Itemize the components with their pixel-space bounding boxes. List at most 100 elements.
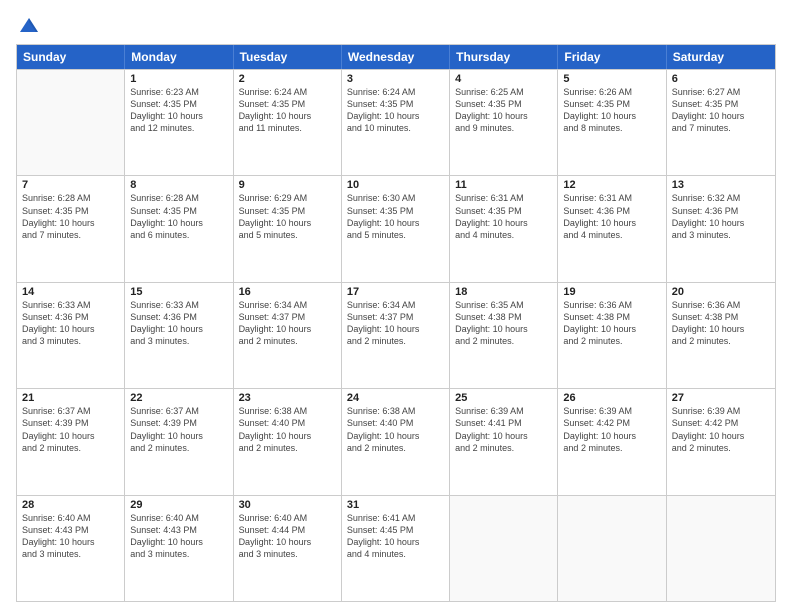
day-info: Sunrise: 6:26 AM Sunset: 4:35 PM Dayligh… <box>563 86 660 135</box>
cal-cell: 24Sunrise: 6:38 AM Sunset: 4:40 PM Dayli… <box>342 389 450 494</box>
cal-week: 21Sunrise: 6:37 AM Sunset: 4:39 PM Dayli… <box>17 388 775 494</box>
day-info: Sunrise: 6:38 AM Sunset: 4:40 PM Dayligh… <box>239 405 336 454</box>
cal-cell: 31Sunrise: 6:41 AM Sunset: 4:45 PM Dayli… <box>342 496 450 601</box>
cal-cell: 9Sunrise: 6:29 AM Sunset: 4:35 PM Daylig… <box>234 176 342 281</box>
cal-cell: 27Sunrise: 6:39 AM Sunset: 4:42 PM Dayli… <box>667 389 775 494</box>
cal-header-cell: Sunday <box>17 45 125 69</box>
day-info: Sunrise: 6:36 AM Sunset: 4:38 PM Dayligh… <box>672 299 770 348</box>
day-info: Sunrise: 6:24 AM Sunset: 4:35 PM Dayligh… <box>239 86 336 135</box>
cal-cell: 19Sunrise: 6:36 AM Sunset: 4:38 PM Dayli… <box>558 283 666 388</box>
day-number: 29 <box>130 499 227 511</box>
cal-cell <box>17 70 125 175</box>
day-number: 8 <box>130 179 227 191</box>
day-number: 14 <box>22 286 119 298</box>
cal-week: 14Sunrise: 6:33 AM Sunset: 4:36 PM Dayli… <box>17 282 775 388</box>
day-info: Sunrise: 6:39 AM Sunset: 4:41 PM Dayligh… <box>455 405 552 454</box>
day-info: Sunrise: 6:32 AM Sunset: 4:36 PM Dayligh… <box>672 192 770 241</box>
cal-header-cell: Monday <box>125 45 233 69</box>
calendar-body: 1Sunrise: 6:23 AM Sunset: 4:35 PM Daylig… <box>17 69 775 601</box>
day-info: Sunrise: 6:37 AM Sunset: 4:39 PM Dayligh… <box>130 405 227 454</box>
cal-cell: 20Sunrise: 6:36 AM Sunset: 4:38 PM Dayli… <box>667 283 775 388</box>
cal-cell: 11Sunrise: 6:31 AM Sunset: 4:35 PM Dayli… <box>450 176 558 281</box>
day-info: Sunrise: 6:29 AM Sunset: 4:35 PM Dayligh… <box>239 192 336 241</box>
cal-header-cell: Wednesday <box>342 45 450 69</box>
day-info: Sunrise: 6:34 AM Sunset: 4:37 PM Dayligh… <box>347 299 444 348</box>
day-number: 6 <box>672 73 770 85</box>
day-info: Sunrise: 6:40 AM Sunset: 4:43 PM Dayligh… <box>130 512 227 561</box>
day-number: 11 <box>455 179 552 191</box>
cal-cell: 18Sunrise: 6:35 AM Sunset: 4:38 PM Dayli… <box>450 283 558 388</box>
day-info: Sunrise: 6:23 AM Sunset: 4:35 PM Dayligh… <box>130 86 227 135</box>
cal-header-cell: Tuesday <box>234 45 342 69</box>
day-info: Sunrise: 6:33 AM Sunset: 4:36 PM Dayligh… <box>130 299 227 348</box>
day-info: Sunrise: 6:28 AM Sunset: 4:35 PM Dayligh… <box>130 192 227 241</box>
day-number: 20 <box>672 286 770 298</box>
cal-cell: 16Sunrise: 6:34 AM Sunset: 4:37 PM Dayli… <box>234 283 342 388</box>
day-number: 13 <box>672 179 770 191</box>
day-number: 5 <box>563 73 660 85</box>
cal-cell: 3Sunrise: 6:24 AM Sunset: 4:35 PM Daylig… <box>342 70 450 175</box>
day-info: Sunrise: 6:35 AM Sunset: 4:38 PM Dayligh… <box>455 299 552 348</box>
day-number: 4 <box>455 73 552 85</box>
cal-cell: 8Sunrise: 6:28 AM Sunset: 4:35 PM Daylig… <box>125 176 233 281</box>
day-number: 16 <box>239 286 336 298</box>
day-info: Sunrise: 6:31 AM Sunset: 4:36 PM Dayligh… <box>563 192 660 241</box>
day-number: 25 <box>455 392 552 404</box>
cal-cell: 15Sunrise: 6:33 AM Sunset: 4:36 PM Dayli… <box>125 283 233 388</box>
cal-cell: 13Sunrise: 6:32 AM Sunset: 4:36 PM Dayli… <box>667 176 775 281</box>
header <box>16 14 776 36</box>
day-number: 10 <box>347 179 444 191</box>
day-info: Sunrise: 6:33 AM Sunset: 4:36 PM Dayligh… <box>22 299 119 348</box>
day-info: Sunrise: 6:30 AM Sunset: 4:35 PM Dayligh… <box>347 192 444 241</box>
cal-header-cell: Friday <box>558 45 666 69</box>
day-number: 2 <box>239 73 336 85</box>
cal-header-cell: Saturday <box>667 45 775 69</box>
day-number: 27 <box>672 392 770 404</box>
day-number: 9 <box>239 179 336 191</box>
cal-cell <box>667 496 775 601</box>
cal-cell: 23Sunrise: 6:38 AM Sunset: 4:40 PM Dayli… <box>234 389 342 494</box>
day-info: Sunrise: 6:36 AM Sunset: 4:38 PM Dayligh… <box>563 299 660 348</box>
cal-cell: 2Sunrise: 6:24 AM Sunset: 4:35 PM Daylig… <box>234 70 342 175</box>
cal-cell: 25Sunrise: 6:39 AM Sunset: 4:41 PM Dayli… <box>450 389 558 494</box>
logo <box>16 14 40 36</box>
cal-cell: 28Sunrise: 6:40 AM Sunset: 4:43 PM Dayli… <box>17 496 125 601</box>
day-number: 24 <box>347 392 444 404</box>
cal-cell: 22Sunrise: 6:37 AM Sunset: 4:39 PM Dayli… <box>125 389 233 494</box>
cal-cell: 21Sunrise: 6:37 AM Sunset: 4:39 PM Dayli… <box>17 389 125 494</box>
cal-cell: 7Sunrise: 6:28 AM Sunset: 4:35 PM Daylig… <box>17 176 125 281</box>
day-number: 22 <box>130 392 227 404</box>
day-info: Sunrise: 6:31 AM Sunset: 4:35 PM Dayligh… <box>455 192 552 241</box>
day-number: 1 <box>130 73 227 85</box>
day-info: Sunrise: 6:24 AM Sunset: 4:35 PM Dayligh… <box>347 86 444 135</box>
day-info: Sunrise: 6:37 AM Sunset: 4:39 PM Dayligh… <box>22 405 119 454</box>
day-info: Sunrise: 6:39 AM Sunset: 4:42 PM Dayligh… <box>672 405 770 454</box>
cal-cell <box>558 496 666 601</box>
cal-cell: 12Sunrise: 6:31 AM Sunset: 4:36 PM Dayli… <box>558 176 666 281</box>
day-number: 28 <box>22 499 119 511</box>
cal-week: 7Sunrise: 6:28 AM Sunset: 4:35 PM Daylig… <box>17 175 775 281</box>
day-info: Sunrise: 6:41 AM Sunset: 4:45 PM Dayligh… <box>347 512 444 561</box>
cal-cell: 10Sunrise: 6:30 AM Sunset: 4:35 PM Dayli… <box>342 176 450 281</box>
cal-cell: 1Sunrise: 6:23 AM Sunset: 4:35 PM Daylig… <box>125 70 233 175</box>
day-number: 15 <box>130 286 227 298</box>
cal-week: 28 Sunrise: 6:40 AM Sunset: 4:43 PM Dayli… <box>17 495 775 601</box>
day-info: Sunrise: 6:39 AM Sunset: 4:42 PM Dayligh… <box>563 405 660 454</box>
day-number: 3 <box>347 73 444 85</box>
cal-cell: 14Sunrise: 6:33 AM Sunset: 4:36 PM Dayli… <box>17 283 125 388</box>
cal-cell: 26Sunrise: 6:39 AM Sunset: 4:42 PM Dayli… <box>558 389 666 494</box>
cal-week: 1Sunrise: 6:23 AM Sunset: 4:35 PM Daylig… <box>17 69 775 175</box>
day-number: 26 <box>563 392 660 404</box>
day-number: 7 <box>22 179 119 191</box>
day-number: 21 <box>22 392 119 404</box>
calendar-header-row: SundayMondayTuesdayWednesdayThursdayFrid… <box>17 45 775 69</box>
day-number: 19 <box>563 286 660 298</box>
day-info: Sunrise: 6:28 AM Sunset: 4:35 PM Dayligh… <box>22 192 119 241</box>
day-number: 31 <box>347 499 444 511</box>
cal-cell <box>450 496 558 601</box>
cal-cell: 29Sunrise: 6:40 AM Sunset: 4:43 PM Dayli… <box>125 496 233 601</box>
day-number: 17 <box>347 286 444 298</box>
cal-cell: 17Sunrise: 6:34 AM Sunset: 4:37 PM Dayli… <box>342 283 450 388</box>
day-info: Sunrise: 6:40 AM Sunset: 4:44 PM Dayligh… <box>239 512 336 561</box>
day-info: Sunrise: 6:25 AM Sunset: 4:35 PM Dayligh… <box>455 86 552 135</box>
